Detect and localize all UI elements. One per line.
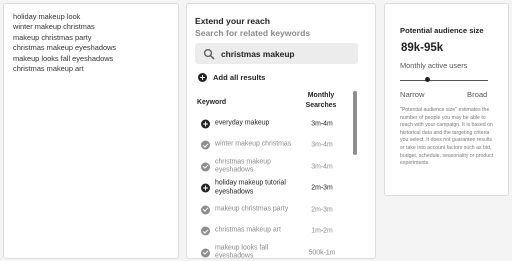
- plus-circle-icon: [198, 72, 207, 82]
- add-all-results-button[interactable]: Add all results: [198, 71, 265, 83]
- check-circle-icon[interactable]: [201, 248, 210, 258]
- row-keyword: holiday makeup tutorial eyeshadows: [215, 179, 286, 196]
- audience-gauge-track: [400, 80, 488, 81]
- check-circle-icon[interactable]: [201, 226, 210, 236]
- row-volume: 2m-3m: [311, 184, 333, 192]
- audience-gauge-marker: [424, 77, 430, 82]
- row-volume: 3m-4m: [311, 163, 333, 171]
- keyword-row[interactable]: makeup looks fall eyeshadows 500k-1m: [187, 242, 357, 259]
- row-volume: 1m-2m: [311, 227, 333, 235]
- audience-value: 89k-95k: [401, 42, 444, 54]
- check-circle-icon[interactable]: [201, 140, 210, 150]
- keyword-row[interactable]: christmas makeup art 1m-2m: [187, 221, 357, 243]
- row-volume: 3m-4m: [311, 120, 333, 128]
- audience-subtitle: Monthly active users: [400, 61, 468, 70]
- row-keyword: everyday makeup: [215, 119, 270, 127]
- keyword-row[interactable]: winter makeup christmas 3m-4m: [187, 135, 357, 157]
- magnifier-icon: [203, 48, 215, 60]
- row-keyword: christmas makeup art: [215, 226, 281, 234]
- keyword-list-input[interactable]: holiday makeup look winter makeup christ…: [3, 3, 179, 259]
- keyword-entry: makeup looks fall eyeshadows: [13, 53, 114, 63]
- row-keyword: makeup christmas party: [215, 205, 289, 213]
- column-header-monthly-searches: Monthly Searches: [305, 92, 337, 109]
- keyword-entry: makeup christmas party: [13, 32, 92, 42]
- keyword-entry: holiday makeup look: [13, 12, 81, 21]
- keyword-entry: christmas makeup art: [13, 64, 84, 74]
- results-scrollbar[interactable]: [353, 91, 357, 155]
- keyword-entry: winter makeup christmas: [13, 22, 95, 32]
- plus-circle-icon[interactable]: [201, 119, 210, 129]
- keyword-search-input[interactable]: christmas makeup: [195, 43, 358, 64]
- row-keyword: christmas makeup eyeshadows: [215, 158, 271, 174]
- panel-subtitle: Search for related keywords: [195, 28, 311, 38]
- audience-size-panel: Potential audience size 89k-95k Monthly …: [384, 3, 509, 196]
- plus-circle-icon[interactable]: [201, 183, 210, 193]
- keyword-entry: christmas makeup eyeshadows: [13, 43, 117, 53]
- column-header-keyword: Keyword: [197, 99, 227, 106]
- keyword-row[interactable]: everyday makeup 3m-4m: [187, 113, 357, 135]
- gauge-narrow-label: Narrow: [400, 90, 425, 99]
- keyword-row[interactable]: christmas makeup eyeshadows 3m-4m: [187, 156, 357, 178]
- keyword-row[interactable]: makeup christmas party 2m-3m: [187, 199, 357, 221]
- row-volume: 500k-1m: [308, 249, 336, 257]
- gauge-broad-label: Broad: [467, 90, 488, 99]
- keyword-row[interactable]: holiday makeup tutorial eyeshadows 2m-3m: [187, 178, 357, 200]
- keyword-results-list: everyday makeup 3m-4m winter makeup chri…: [187, 113, 357, 259]
- search-value: christmas makeup: [221, 48, 295, 59]
- audience-disclaimer: "Potential audience size" estimates the …: [400, 107, 494, 167]
- related-keywords-panel: Extend your reach Search for related key…: [186, 3, 376, 259]
- row-volume: 3m-4m: [311, 141, 333, 149]
- audience-title: Potential audience size: [400, 26, 484, 35]
- row-volume: 2m-3m: [311, 206, 333, 214]
- row-keyword: makeup looks fall eyeshadows: [215, 244, 269, 259]
- add-all-label: Add all results: [213, 72, 266, 82]
- check-circle-icon[interactable]: [201, 205, 210, 215]
- row-keyword: winter makeup christmas: [215, 140, 292, 148]
- check-circle-icon[interactable]: [201, 162, 210, 172]
- panel-title: Extend your reach: [195, 16, 270, 26]
